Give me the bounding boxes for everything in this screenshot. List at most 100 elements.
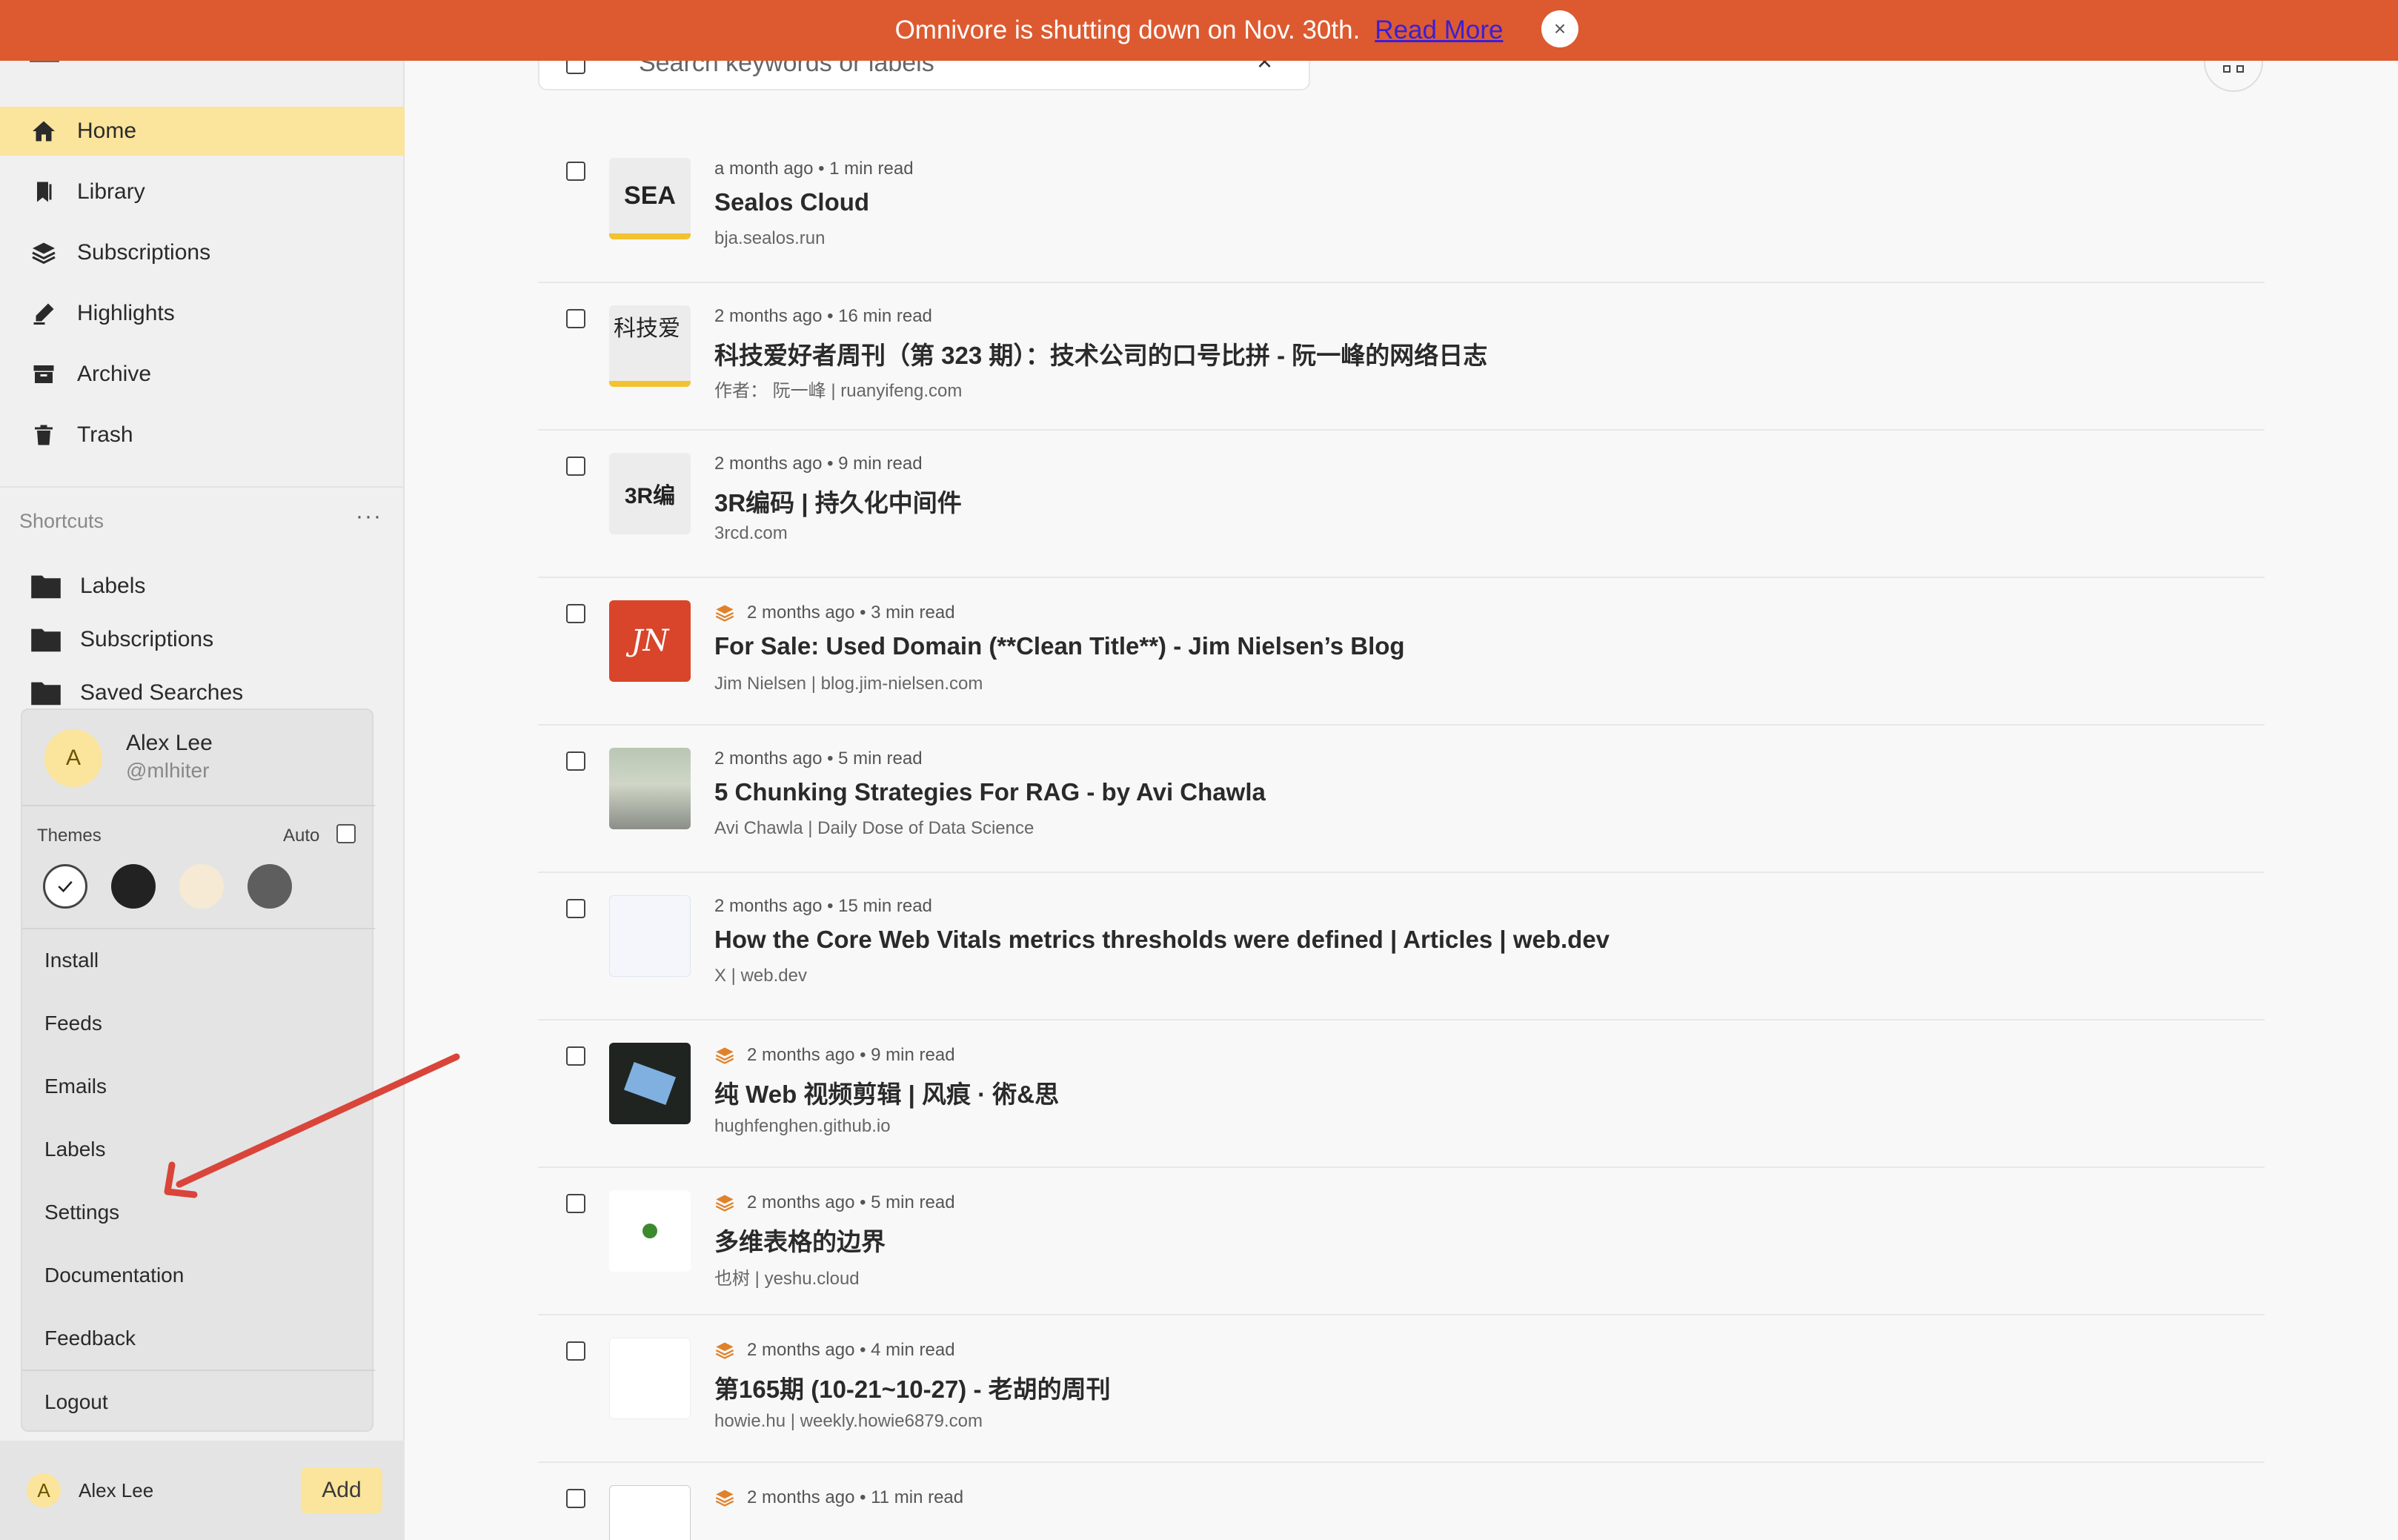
shortcut-labels[interactable]: Labels	[30, 568, 145, 605]
nav-library[interactable]: Library	[0, 167, 405, 216]
item-source: Avi Chawla | Daily Dose of Data Science	[714, 818, 1034, 838]
auto-theme-checkbox[interactable]	[336, 824, 356, 843]
highlighter-icon	[30, 299, 58, 328]
item-checkbox[interactable]	[566, 309, 585, 328]
theme-swatch-light[interactable]	[43, 864, 87, 909]
list-item[interactable]: SEA a month ago • 1 min read Sealos Cloud b…	[538, 136, 2265, 283]
item-thumbnail[interactable]: JN	[609, 600, 691, 682]
subscription-icon	[715, 605, 734, 622]
close-icon[interactable]: ×	[1541, 10, 1578, 47]
profile-name[interactable]: Alex Lee	[79, 1479, 153, 1502]
item-source: 3rcd.com	[714, 523, 788, 543]
shortcuts-more-icon[interactable]: ···	[356, 504, 382, 529]
item-checkbox[interactable]	[566, 1046, 585, 1066]
shortcut-saved-searches[interactable]: Saved Searches	[30, 674, 243, 711]
menu-emails[interactable]: Emails	[44, 1075, 107, 1098]
item-thumbnail[interactable]	[609, 1485, 691, 1540]
item-title[interactable]: 3R编码 | 持久化中间件	[714, 483, 962, 519]
shortcuts-title: Shortcuts	[19, 510, 104, 532]
nav-label: Archive	[77, 362, 152, 386]
item-title[interactable]: Sealos Cloud	[714, 188, 869, 216]
list-item[interactable]: 2 months ago • 5 min read 多维表格的边界 也树 | yes…	[538, 1169, 2265, 1315]
theme-swatch-sepia[interactable]	[179, 864, 224, 909]
menu-install[interactable]: Install	[44, 949, 99, 972]
item-meta-text: 2 months ago • 5 min read	[747, 1192, 955, 1212]
nav-label: Home	[77, 119, 137, 143]
list-item[interactable]: 2 months ago • 11 min read	[538, 1464, 2265, 1540]
nav-highlights[interactable]: Highlights	[0, 289, 405, 338]
item-title[interactable]: 5 Chunking Strategies For RAG - by Avi C…	[714, 778, 1266, 806]
list-item[interactable]: 2 months ago • 15 min read How the Core W…	[538, 874, 2265, 1020]
sidebar: Home Library Subscriptions Highlights Ar…	[0, 0, 405, 1540]
subscription-icon	[715, 1195, 734, 1212]
item-meta: 2 months ago • 3 min read	[714, 603, 955, 623]
item-checkbox[interactable]	[566, 1194, 585, 1213]
nav-subscriptions[interactable]: Subscriptions	[0, 228, 405, 277]
item-source: Jim Nielsen | blog.jim-nielsen.com	[714, 674, 983, 694]
item-checkbox[interactable]	[566, 604, 585, 623]
nav-label: Highlights	[77, 301, 175, 325]
nav-trash[interactable]: Trash	[0, 411, 405, 459]
subscription-icon	[715, 1342, 734, 1359]
home-icon	[30, 117, 58, 145]
item-title[interactable]: 纯 Web 视频剪辑 | 风痕 · 術&思	[714, 1075, 1059, 1110]
item-title[interactable]: 多维表格的边界	[714, 1222, 886, 1258]
list-item[interactable]: 3R编 2 months ago • 9 min read 3R编码 | 持久化中间…	[538, 431, 2265, 578]
themes-label: Themes	[37, 826, 102, 846]
theme-swatch-dark[interactable]	[111, 864, 156, 909]
item-meta-text: 2 months ago • 4 min read	[747, 1340, 955, 1360]
read-more-link[interactable]: Read More	[1375, 16, 1503, 45]
item-title[interactable]: For Sale: Used Domain (**Clean Title**) …	[714, 632, 1405, 660]
list-item[interactable]: 2 months ago • 4 min read 第165期 (10-21~10…	[538, 1316, 2265, 1463]
item-thumbnail[interactable]	[609, 895, 691, 977]
list-item[interactable]: 2 months ago • 5 min read 5 Chunking Stra…	[538, 726, 2265, 873]
subscription-icon	[715, 1047, 734, 1064]
menu-documentation[interactable]: Documentation	[44, 1264, 184, 1287]
item-title[interactable]: How the Core Web Vitals metrics threshol…	[714, 926, 1610, 954]
item-thumbnail[interactable]: 3R编	[609, 453, 691, 534]
item-checkbox[interactable]	[566, 162, 585, 181]
nav-home[interactable]: Home	[0, 107, 405, 156]
item-thumbnail[interactable]: 科技爱	[609, 305, 691, 387]
item-meta-text: 2 months ago • 3 min read	[747, 603, 955, 623]
banner-message: Omnivore is shutting down on Nov. 30th.	[894, 16, 1361, 44]
item-checkbox[interactable]	[566, 457, 585, 476]
menu-settings[interactable]: Settings	[44, 1201, 119, 1224]
item-meta: 2 months ago • 11 min read	[714, 1487, 963, 1508]
item-thumbnail[interactable]	[609, 1190, 691, 1272]
item-checkbox[interactable]	[566, 1489, 585, 1508]
item-checkbox[interactable]	[566, 1341, 585, 1361]
theme-swatch-gray[interactable]	[248, 864, 292, 909]
item-checkbox[interactable]	[566, 751, 585, 771]
item-thumbnail[interactable]	[609, 748, 691, 829]
shortcut-subscriptions[interactable]: Subscriptions	[30, 621, 213, 658]
divider	[22, 805, 375, 806]
item-meta: 2 months ago • 5 min read	[714, 749, 923, 769]
list-item[interactable]: 科技爱 2 months ago • 16 min read 科技爱好者周刊（第 3…	[538, 284, 2265, 431]
subscription-icon	[715, 1490, 734, 1507]
item-meta: 2 months ago • 9 min read	[714, 454, 923, 474]
nav-archive[interactable]: Archive	[0, 350, 405, 399]
list-item[interactable]: 2 months ago • 9 min read 纯 Web 视频剪辑 | 风痕…	[538, 1021, 2265, 1168]
item-meta: 2 months ago • 15 min read	[714, 896, 932, 917]
item-meta-text: 2 months ago • 9 min read	[714, 454, 923, 474]
list-item[interactable]: JN 2 months ago • 3 min read For Sale: Use…	[538, 579, 2265, 726]
account-menu: A Alex Lee @mlhiter Themes Auto Install …	[21, 708, 375, 1432]
nav-label: Library	[77, 179, 145, 204]
menu-feeds[interactable]: Feeds	[44, 1012, 102, 1035]
add-button[interactable]: Add	[301, 1467, 382, 1513]
item-thumbnail[interactable]: SEA	[609, 158, 691, 239]
divider	[0, 486, 405, 488]
tree-icon	[642, 1224, 657, 1238]
menu-labels[interactable]: Labels	[44, 1138, 106, 1161]
menu-logout[interactable]: Logout	[44, 1390, 108, 1414]
menu-feedback[interactable]: Feedback	[44, 1327, 136, 1350]
item-checkbox[interactable]	[566, 899, 585, 918]
item-thumbnail[interactable]	[609, 1043, 691, 1124]
item-meta: 2 months ago • 16 min read	[714, 306, 932, 327]
avatar[interactable]: A	[27, 1473, 61, 1507]
shortcut-label: Saved Searches	[80, 680, 244, 705]
item-title[interactable]: 第165期 (10-21~10-27) - 老胡的周刊	[714, 1370, 1111, 1405]
item-thumbnail[interactable]	[609, 1338, 691, 1419]
item-title[interactable]: 科技爱好者周刊（第 323 期）：技术公司的口号比拼 - 阮一峰的网络日志	[714, 336, 1487, 371]
